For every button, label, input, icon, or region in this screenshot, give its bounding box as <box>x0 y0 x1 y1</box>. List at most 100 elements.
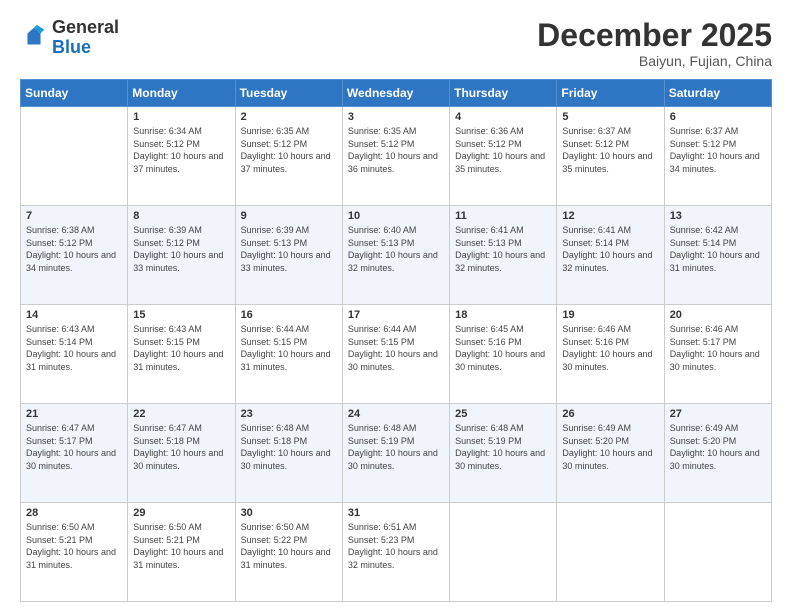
table-row: 4Sunrise: 6:36 AMSunset: 5:12 PMDaylight… <box>450 107 557 206</box>
day-info: Sunrise: 6:49 AMSunset: 5:20 PMDaylight:… <box>562 422 658 472</box>
day-number: 17 <box>348 309 444 321</box>
table-row <box>557 503 664 602</box>
day-number: 23 <box>241 408 337 420</box>
day-info: Sunrise: 6:42 AMSunset: 5:14 PMDaylight:… <box>670 224 766 274</box>
day-number: 31 <box>348 507 444 519</box>
col-saturday: Saturday <box>664 80 771 107</box>
month-title: December 2025 <box>537 18 772 53</box>
col-thursday: Thursday <box>450 80 557 107</box>
day-info: Sunrise: 6:50 AMSunset: 5:22 PMDaylight:… <box>241 521 337 571</box>
day-number: 25 <box>455 408 551 420</box>
table-row: 28 Sunrise: 6:50 AMSunset: 5:21 PMDayligh… <box>21 503 128 602</box>
table-row: 20 Sunrise: 6:46 AMSunset: 5:17 PMDayligh… <box>664 305 771 404</box>
day-number: 30 <box>241 507 337 519</box>
day-number: 27 <box>670 408 766 420</box>
day-number: 10 <box>348 210 444 222</box>
col-wednesday: Wednesday <box>342 80 449 107</box>
day-info: Sunrise: 6:43 AMSunset: 5:14 PMDaylight:… <box>26 323 122 373</box>
day-info: Sunrise: 6:48 AMSunset: 5:18 PMDaylight:… <box>241 422 337 472</box>
table-row: 17 Sunrise: 6:44 AMSunset: 5:15 PMDayligh… <box>342 305 449 404</box>
day-info: Sunrise: 6:48 AMSunset: 5:19 PMDaylight:… <box>348 422 444 472</box>
logo-text: General Blue <box>52 18 119 58</box>
table-row: 29 Sunrise: 6:50 AMSunset: 5:21 PMDayligh… <box>128 503 235 602</box>
table-row <box>664 503 771 602</box>
table-row: 19Sunrise: 6:46 AMSunset: 5:16 PMDayligh… <box>557 305 664 404</box>
day-number: 16 <box>241 309 337 321</box>
day-number: 11 <box>455 210 551 222</box>
day-info: Sunrise: 6:35 AMSunset: 5:12 PMDaylight:… <box>241 125 337 175</box>
calendar-row: 14 Sunrise: 6:43 AMSunset: 5:14 PMDayligh… <box>21 305 772 404</box>
day-number: 28 <box>26 507 122 519</box>
table-row: 5Sunrise: 6:37 AMSunset: 5:12 PMDaylight… <box>557 107 664 206</box>
day-info: Sunrise: 6:37 AMSunset: 5:12 PMDaylight:… <box>670 125 766 175</box>
day-info: Sunrise: 6:45 AMSunset: 5:16 PMDaylight:… <box>455 323 551 373</box>
logo-blue: Blue <box>52 38 119 58</box>
calendar-page: General Blue December 2025 Baiyun, Fujia… <box>0 0 792 612</box>
day-number: 18 <box>455 309 551 321</box>
logo-general: General <box>52 18 119 38</box>
day-number: 20 <box>670 309 766 321</box>
logo-icon <box>20 24 48 52</box>
day-info: Sunrise: 6:34 AMSunset: 5:12 PMDaylight:… <box>133 125 229 175</box>
table-row: 21 Sunrise: 6:47 AMSunset: 5:17 PMDayligh… <box>21 404 128 503</box>
calendar-header-row: Sunday Monday Tuesday Wednesday Thursday… <box>21 80 772 107</box>
day-number: 4 <box>455 111 551 123</box>
table-row: 10 Sunrise: 6:40 AMSunset: 5:13 PMDayligh… <box>342 206 449 305</box>
table-row: 8Sunrise: 6:39 AMSunset: 5:12 PMDaylight… <box>128 206 235 305</box>
day-info: Sunrise: 6:46 AMSunset: 5:17 PMDaylight:… <box>670 323 766 373</box>
day-number: 1 <box>133 111 229 123</box>
table-row <box>21 107 128 206</box>
calendar-row: 1 Sunrise: 6:34 AMSunset: 5:12 PMDaylight… <box>21 107 772 206</box>
day-number: 29 <box>133 507 229 519</box>
day-number: 19 <box>562 309 658 321</box>
day-info: Sunrise: 6:41 AMSunset: 5:13 PMDaylight:… <box>455 224 551 274</box>
table-row: 24 Sunrise: 6:48 AMSunset: 5:19 PMDayligh… <box>342 404 449 503</box>
day-number: 2 <box>241 111 337 123</box>
table-row: 23 Sunrise: 6:48 AMSunset: 5:18 PMDayligh… <box>235 404 342 503</box>
day-info: Sunrise: 6:44 AMSunset: 5:15 PMDaylight:… <box>348 323 444 373</box>
calendar-row: 7Sunrise: 6:38 AMSunset: 5:12 PMDaylight… <box>21 206 772 305</box>
day-number: 24 <box>348 408 444 420</box>
day-info: Sunrise: 6:50 AMSunset: 5:21 PMDaylight:… <box>133 521 229 571</box>
col-tuesday: Tuesday <box>235 80 342 107</box>
table-row: 13Sunrise: 6:42 AMSunset: 5:14 PMDayligh… <box>664 206 771 305</box>
day-info: Sunrise: 6:50 AMSunset: 5:21 PMDaylight:… <box>26 521 122 571</box>
table-row: 25 Sunrise: 6:48 AMSunset: 5:19 PMDayligh… <box>450 404 557 503</box>
day-info: Sunrise: 6:35 AMSunset: 5:12 PMDaylight:… <box>348 125 444 175</box>
calendar-row: 28 Sunrise: 6:50 AMSunset: 5:21 PMDayligh… <box>21 503 772 602</box>
table-row: 14 Sunrise: 6:43 AMSunset: 5:14 PMDayligh… <box>21 305 128 404</box>
day-number: 21 <box>26 408 122 420</box>
day-number: 22 <box>133 408 229 420</box>
table-row: 18 Sunrise: 6:45 AMSunset: 5:16 PMDayligh… <box>450 305 557 404</box>
day-number: 3 <box>348 111 444 123</box>
day-info: Sunrise: 6:39 AMSunset: 5:13 PMDaylight:… <box>241 224 337 274</box>
table-row: 12Sunrise: 6:41 AMSunset: 5:14 PMDayligh… <box>557 206 664 305</box>
col-friday: Friday <box>557 80 664 107</box>
day-info: Sunrise: 6:44 AMSunset: 5:15 PMDaylight:… <box>241 323 337 373</box>
table-row: 11 Sunrise: 6:41 AMSunset: 5:13 PMDayligh… <box>450 206 557 305</box>
day-info: Sunrise: 6:48 AMSunset: 5:19 PMDaylight:… <box>455 422 551 472</box>
title-block: December 2025 Baiyun, Fujian, China <box>537 18 772 69</box>
calendar-table: Sunday Monday Tuesday Wednesday Thursday… <box>20 79 772 602</box>
table-row: 26Sunrise: 6:49 AMSunset: 5:20 PMDayligh… <box>557 404 664 503</box>
table-row: 3 Sunrise: 6:35 AMSunset: 5:12 PMDaylight… <box>342 107 449 206</box>
table-row: 7Sunrise: 6:38 AMSunset: 5:12 PMDaylight… <box>21 206 128 305</box>
table-row: 30 Sunrise: 6:50 AMSunset: 5:22 PMDayligh… <box>235 503 342 602</box>
day-number: 14 <box>26 309 122 321</box>
day-number: 9 <box>241 210 337 222</box>
table-row: 22Sunrise: 6:47 AMSunset: 5:18 PMDayligh… <box>128 404 235 503</box>
location-subtitle: Baiyun, Fujian, China <box>537 53 772 69</box>
day-number: 8 <box>133 210 229 222</box>
day-info: Sunrise: 6:47 AMSunset: 5:17 PMDaylight:… <box>26 422 122 472</box>
col-sunday: Sunday <box>21 80 128 107</box>
day-info: Sunrise: 6:40 AMSunset: 5:13 PMDaylight:… <box>348 224 444 274</box>
col-monday: Monday <box>128 80 235 107</box>
day-number: 12 <box>562 210 658 222</box>
header: General Blue December 2025 Baiyun, Fujia… <box>20 18 772 69</box>
table-row: 27Sunrise: 6:49 AMSunset: 5:20 PMDayligh… <box>664 404 771 503</box>
table-row: 1 Sunrise: 6:34 AMSunset: 5:12 PMDaylight… <box>128 107 235 206</box>
day-info: Sunrise: 6:43 AMSunset: 5:15 PMDaylight:… <box>133 323 229 373</box>
logo: General Blue <box>20 18 119 58</box>
day-number: 7 <box>26 210 122 222</box>
table-row: 6Sunrise: 6:37 AMSunset: 5:12 PMDaylight… <box>664 107 771 206</box>
